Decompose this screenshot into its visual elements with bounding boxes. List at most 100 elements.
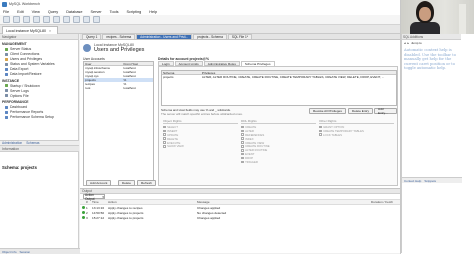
create-table-icon[interactable] <box>43 16 50 23</box>
nav-label: Options File <box>10 93 29 98</box>
menu-view[interactable]: View <box>32 10 40 14</box>
output-message: Changes applied <box>197 215 221 220</box>
chevron-down-icon: ▾ <box>102 194 104 199</box>
menu-help[interactable]: Help <box>149 10 157 14</box>
privilege-schema: projects <box>163 75 174 79</box>
wrench-icon <box>5 94 8 97</box>
delete-account-button[interactable]: Delete <box>118 180 135 186</box>
column-privileges[interactable]: Privileges <box>202 71 396 74</box>
search-table-data-icon[interactable] <box>83 16 90 23</box>
create-schema-icon[interactable] <box>33 16 40 23</box>
menu-edit[interactable]: Edit <box>17 10 24 14</box>
output-action: Apply changes to projects <box>108 210 144 215</box>
tab-snippets[interactable]: Snippets <box>424 179 436 183</box>
create-procedure-icon[interactable] <box>63 16 70 23</box>
tab-context-help[interactable]: Context Help <box>404 179 421 183</box>
schema-info: Schema: projects <box>2 165 37 170</box>
menu-scripting[interactable]: Scripting <box>127 10 142 14</box>
privilege-checkbox[interactable]: TRIGGER <box>241 160 316 164</box>
close-icon[interactable]: × <box>49 29 51 33</box>
menu-file[interactable]: File <box>3 10 9 14</box>
ddl-rights-title: DDL Rights <box>241 119 316 124</box>
open-sql-file-icon[interactable] <box>13 16 20 23</box>
tab-object-info[interactable]: Object Info <box>2 250 17 254</box>
tab-session[interactable]: Session <box>20 250 31 254</box>
user-name: root <box>85 86 91 90</box>
nav-label: Data Export <box>10 67 29 71</box>
tab-projects-schema[interactable]: projects - Schema <box>193 34 227 39</box>
privilege-checkbox[interactable]: SHOW VIEW <box>163 144 238 148</box>
privilege-label: LOCK TABLES <box>323 132 342 137</box>
nav-label: Client Connections <box>10 52 40 56</box>
power-icon <box>5 84 8 87</box>
privilege-row[interactable]: projects ALTER, ALTER ROUTINE, CREATE, C… <box>162 75 396 79</box>
output-row[interactable]: 1 13:13:16 Apply changes to recipes Chan… <box>80 205 400 210</box>
menu-tools[interactable]: Tools <box>110 10 119 14</box>
import-icon <box>5 72 8 76</box>
menu-query[interactable]: Query <box>48 10 58 14</box>
delete-entry-button[interactable]: Delete Entry <box>348 108 374 114</box>
report-icon <box>5 110 8 114</box>
information-header: Information <box>0 146 79 152</box>
column-schema[interactable]: Schema <box>162 71 202 75</box>
tab-administration[interactable]: Administration <box>2 141 22 145</box>
inspector-icon[interactable] <box>23 16 30 23</box>
column-from-host[interactable]: From Host <box>123 62 153 65</box>
arrow-right-icon[interactable]: ▸ <box>408 41 410 45</box>
log-icon <box>5 89 8 92</box>
privilege-checkbox[interactable]: LOCK TABLES <box>319 133 394 137</box>
nav-performance-schema-setup[interactable]: Performance Schema Setup <box>0 115 78 120</box>
other-rights-title: Other Rights <box>319 119 394 124</box>
tab-sql-file[interactable]: SQL File 1* <box>227 34 253 39</box>
user-row[interactable]: root localhost <box>84 86 153 90</box>
refresh-button[interactable]: Refresh <box>137 180 156 186</box>
connection-tab[interactable]: Local instance MySQL80 × <box>2 26 59 34</box>
create-function-icon[interactable] <box>73 16 80 23</box>
ddl-rights-group: DDL Rights CREATE ALTER REFERENCES INDEX… <box>241 119 316 183</box>
variables-icon <box>5 62 8 66</box>
object-rights-title: Object Rights <box>163 119 238 124</box>
new-sql-tab-icon[interactable] <box>3 16 10 23</box>
tab-users-privileges[interactable]: Administration - Users and Privil... <box>136 34 193 39</box>
privilege-label: SHOW VIEW <box>167 144 184 149</box>
nav-label: Performance Schema Setup <box>10 115 54 119</box>
tab-schemas[interactable]: Schemas <box>26 141 39 145</box>
person-shoulders <box>410 22 440 34</box>
nav-label: Performance Reports <box>10 110 44 114</box>
add-entry-button[interactable]: Add Entry... <box>374 107 397 115</box>
reconnect-icon[interactable] <box>93 16 100 23</box>
action-output-dropdown[interactable]: Action Output ▾ <box>83 193 105 201</box>
add-account-button[interactable]: Add Account <box>86 180 112 186</box>
dashboard-icon <box>5 105 8 109</box>
settings-icon <box>5 115 8 119</box>
column-user[interactable]: User <box>84 62 123 65</box>
output-time: 14:50:50 <box>92 210 105 215</box>
jump-to-label[interactable]: Jump to <box>411 41 422 45</box>
tab-recipes-schema[interactable]: recipes - Schema <box>102 34 136 39</box>
menu-database[interactable]: Database <box>66 10 82 14</box>
object-rights-group: Object Rights SELECT INSERT UPDATE DELET… <box>163 119 238 183</box>
main-toolbar <box>0 15 400 25</box>
server-status-icon <box>5 47 8 51</box>
output-panel: Output Action Output ▾ # Time Action Mess… <box>80 188 400 253</box>
help-toolbar: ◂ ▸ Jump to <box>402 40 461 46</box>
right-panel-tabs: Context Help Snippets <box>402 177 462 183</box>
users-privileges-panel: Local instance MySQL80 Users and Privile… <box>80 40 400 188</box>
nav-label: Server Status <box>10 47 32 51</box>
workbench-logo-icon <box>2 1 7 7</box>
nav-label: Startup / Shutdown <box>10 83 40 88</box>
column-duration: Duration / Fetch <box>371 200 394 204</box>
nav-label: Server Logs <box>10 88 29 93</box>
output-row[interactable]: 2 14:50:50 Apply changes to projects No … <box>80 210 400 215</box>
tab-query-1[interactable]: Query 1 <box>82 34 102 39</box>
match-note: The server will match specific entries b… <box>161 112 243 116</box>
connection-tab-bar: Local instance MySQL80 × <box>0 25 400 34</box>
create-view-icon[interactable] <box>53 16 60 23</box>
connection-tab-label: Local instance MySQL80 <box>6 28 46 33</box>
output-time: 13:13:16 <box>92 205 105 210</box>
output-row[interactable]: 3 15:27:12 Apply changes to projects Cha… <box>80 215 400 220</box>
menu-server[interactable]: Server <box>90 10 101 14</box>
arrow-left-icon[interactable]: ◂ <box>404 41 406 45</box>
privilege-label: TRIGGER <box>245 159 258 164</box>
revoke-all-button[interactable]: Revoke All Privileges <box>309 108 346 114</box>
